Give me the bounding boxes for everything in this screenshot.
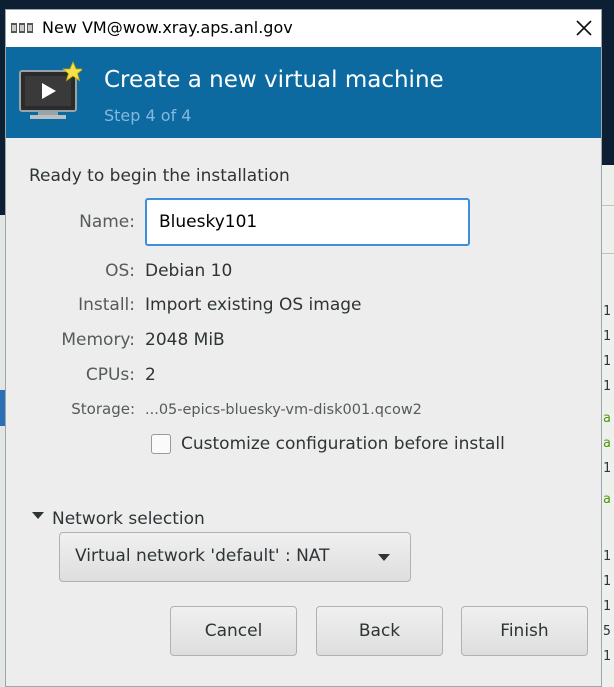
virt-manager-app-icon [11,23,33,33]
cpus-label: CPUs: [85,365,135,385]
finish-button[interactable]: Finish [461,606,588,656]
background-line: 1 [603,462,611,476]
new-vm-monitor-icon [19,61,82,119]
background-line: 1 [603,305,611,319]
chevron-down-icon [378,554,390,561]
customize-config-label[interactable]: Customize configuration before install [181,433,505,455]
background-terminal-window: 1 1 1 1 a a 1 a 1 1 1 5 1 [600,165,614,687]
install-value: Import existing OS image [145,295,362,315]
summary-panel: Ready to begin the installation Name: OS… [6,138,601,686]
background-line: 1 [603,650,611,664]
customize-config-checkbox[interactable] [151,434,171,454]
background-line: 1 [603,600,611,614]
background-line: 1 [603,330,611,344]
storage-value: ...05-epics-bluesky-vm-disk001.qcow2 [145,402,422,418]
expander-arrow-icon [32,512,44,519]
close-icon[interactable] [572,16,596,40]
background-line: a [603,412,611,426]
background-line: a [603,437,611,451]
background-separator [601,253,614,254]
vm-name-input[interactable] [145,198,470,246]
ready-heading: Ready to begin the installation [29,166,290,186]
wizard-step: Step 4 of 4 [104,106,192,125]
storage-label: Storage: [71,400,135,418]
network-source-dropdown[interactable]: Virtual network 'default' : NAT [59,532,411,582]
background-line: 1 [603,575,611,589]
memory-value: 2048 MiB [145,330,225,350]
window-titlebar[interactable]: New VM@wow.xray.aps.anl.gov [6,10,601,47]
os-label: OS: [105,261,135,281]
background-line: 1 [603,380,611,394]
back-button[interactable]: Back [316,606,443,656]
new-vm-dialog: New VM@wow.xray.aps.anl.gov Create a new… [5,9,602,687]
network-selection-label: Network selection [52,509,205,529]
background-line: a [603,493,611,507]
memory-label: Memory: [61,330,135,350]
cpus-value: 2 [145,365,156,385]
wizard-title: Create a new virtual machine [104,67,444,93]
name-label: Name: [79,212,135,232]
install-label: Install: [78,295,135,315]
cancel-button[interactable]: Cancel [170,606,297,656]
background-separator [601,205,614,206]
wizard-header: Create a new virtual machine Step 4 of 4 [6,47,601,138]
window-title: New VM@wow.xray.aps.anl.gov [42,18,293,37]
background-line: 5 [603,625,611,639]
background-line: 1 [603,550,611,564]
network-source-value: Virtual network 'default' : NAT [75,546,330,566]
background-line: 1 [603,355,611,369]
os-value: Debian 10 [145,261,233,281]
